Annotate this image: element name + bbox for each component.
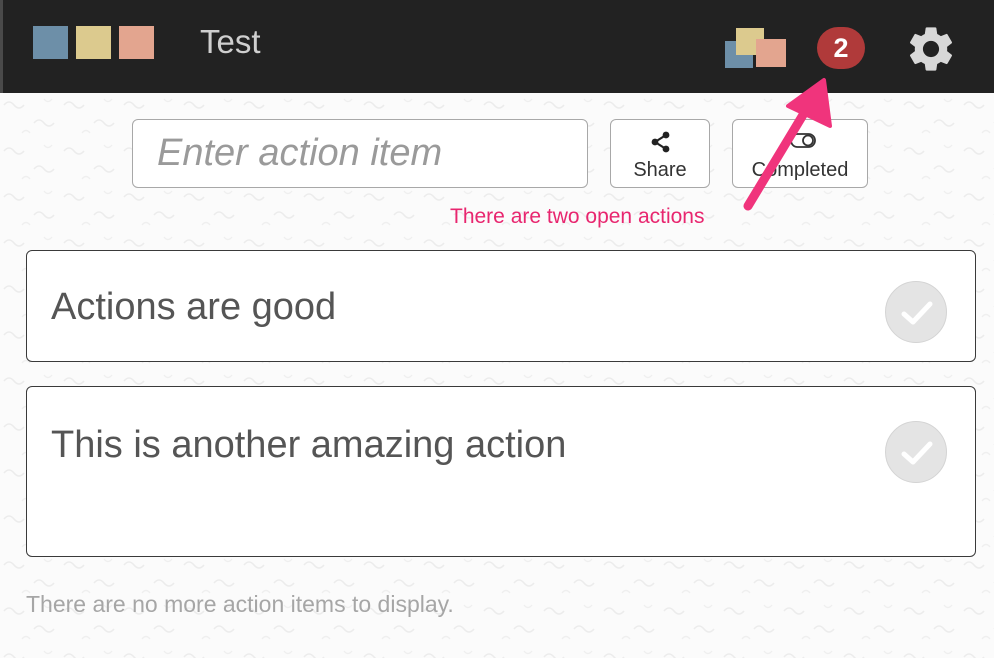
share-button[interactable]: Share [610,119,710,188]
open-actions-badge[interactable]: 2 [817,27,865,69]
share-icon [651,131,670,153]
action-item-card[interactable]: Actions are good [26,250,976,362]
action-item-input[interactable] [132,119,588,188]
board-title: Test [200,23,261,60]
empty-list-message: There are no more action items to displa… [26,591,454,617]
logo-square-yellow [76,26,111,59]
share-label: Share [633,159,687,181]
action-item-text: Actions are good [51,286,337,328]
complete-action-button[interactable] [885,421,947,483]
boards-icon[interactable] [725,24,787,68]
annotation-text: There are two open actions [450,205,705,228]
logo-square-blue [33,26,68,59]
boards-icon-square-peach [756,39,786,67]
action-item-text: This is another amazing action [51,424,567,466]
complete-action-button[interactable] [885,281,947,343]
app-logo[interactable] [33,26,154,60]
checkmark-icon [901,301,933,325]
checkmark-icon [901,441,933,465]
gear-icon[interactable] [904,22,958,76]
action-item-card[interactable]: This is another amazing action [26,386,976,557]
top-bar: Test 2 [0,0,994,93]
logo-square-peach [119,26,154,59]
annotation-arrow-icon [743,78,832,211]
